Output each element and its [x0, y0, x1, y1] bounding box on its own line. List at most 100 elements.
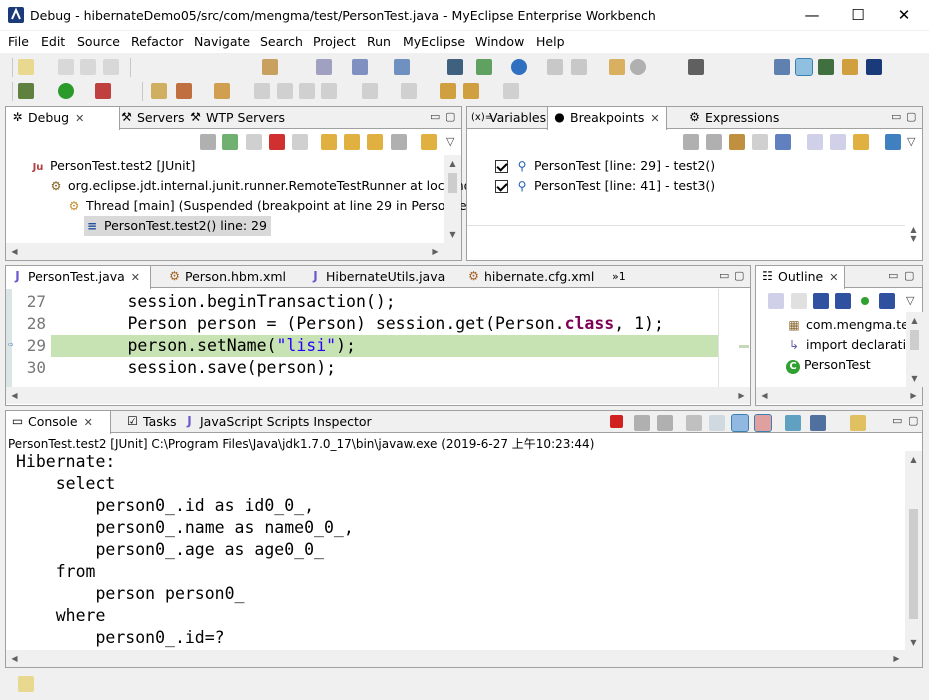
menu-file[interactable]: File	[8, 34, 29, 49]
remove-breakpoint-icon[interactable]	[683, 134, 699, 150]
scroll-down-arrow[interactable]: ▼	[905, 234, 922, 243]
pin-icon[interactable]	[176, 83, 192, 99]
menu-help[interactable]: Help	[536, 34, 565, 49]
minimize-view-icon[interactable]: ▭	[430, 111, 444, 123]
display-console-icon[interactable]	[810, 415, 826, 431]
breakpoint-item[interactable]: ⚲ PersonTest [line: 41] - test3()	[495, 176, 715, 196]
step-return-icon[interactable]	[367, 134, 383, 150]
scroll-left-arrow[interactable]: ◀	[6, 387, 23, 404]
collapse-all-icon[interactable]	[830, 134, 846, 150]
hide-fields-icon[interactable]	[813, 293, 829, 309]
maximize-view-icon[interactable]: ▢	[908, 415, 922, 427]
sort-icon[interactable]	[791, 293, 807, 309]
breakpoint-marker-icon[interactable]: ⇨	[8, 340, 18, 350]
scroll-left-arrow[interactable]: ◀	[6, 243, 23, 260]
tree-item-stack-frame[interactable]: ≡ PersonTest.test2() line: 29	[84, 216, 271, 236]
menu-edit[interactable]: Edit	[41, 34, 65, 49]
close-button[interactable]: ✕	[881, 0, 927, 31]
add-exception-breakpoint-icon[interactable]	[885, 134, 901, 150]
hide-static-icon[interactable]	[835, 293, 851, 309]
code-line-current[interactable]: person.setName("lisi");	[48, 335, 356, 357]
new-package-icon[interactable]	[476, 59, 492, 75]
hide-local-types-icon[interactable]	[879, 293, 895, 309]
pin-console-icon[interactable]	[785, 415, 801, 431]
tab-console[interactable]: ▭ Console ✕	[5, 411, 111, 434]
deploy-icon[interactable]	[352, 59, 368, 75]
outline-vertical-scrollbar[interactable]: ▲ ▼	[906, 312, 923, 387]
scroll-thumb[interactable]	[448, 173, 457, 193]
code-line[interactable]: Person person = (Person) session.get(Per…	[48, 313, 663, 335]
perspective-debug-icon[interactable]	[795, 58, 813, 76]
next-annotation-icon[interactable]	[362, 83, 378, 99]
tab-hibernate-cfg-xml[interactable]: ⚙ hibernate.cfg.xml	[462, 266, 594, 288]
menu-refactor[interactable]: Refactor	[131, 34, 183, 49]
close-tab-icon[interactable]: ✕	[650, 112, 659, 125]
breakpoint-item[interactable]: ⚲ PersonTest [line: 29] - test2()	[495, 156, 715, 176]
scroll-thumb[interactable]	[909, 509, 918, 619]
scroll-left-arrow[interactable]: ◀	[756, 387, 773, 404]
print-icon[interactable]	[103, 59, 119, 75]
scroll-up-arrow[interactable]: ▲	[905, 451, 922, 468]
tab-js-scripts-inspector[interactable]: J JavaScript Scripts Inspector	[178, 411, 371, 433]
view-menu-icon[interactable]: ▽	[907, 136, 921, 148]
code-line[interactable]: session.save(person);	[48, 357, 336, 379]
perspective-java-icon[interactable]	[818, 59, 834, 75]
hide-nonpublic-icon[interactable]	[861, 297, 869, 305]
snapshot-icon[interactable]	[688, 59, 704, 75]
overview-marker[interactable]	[739, 345, 749, 348]
editor-horizontal-scrollbar[interactable]: ◀ ▶	[6, 387, 750, 404]
tab-person-hbm-xml[interactable]: ⚙ Person.hbm.xml	[163, 266, 286, 288]
db-browser-icon[interactable]	[316, 59, 332, 75]
tab-outline[interactable]: ☷ Outline ✕	[755, 266, 845, 289]
remove-launch-icon[interactable]	[634, 415, 650, 431]
open-console-icon[interactable]	[850, 415, 866, 431]
detail-pane-divider[interactable]	[467, 225, 906, 226]
tab-expressions[interactable]: ⚙ Expressions	[683, 107, 779, 129]
menu-navigate[interactable]: Navigate	[194, 34, 250, 49]
outline-item-package[interactable]: ▦ com.mengma.te	[786, 315, 908, 335]
toggle-mark-icon[interactable]	[254, 83, 270, 99]
prev-annotation-icon[interactable]	[401, 83, 417, 99]
perspective-myeclipse-icon[interactable]	[774, 59, 790, 75]
close-tab-icon[interactable]: ✕	[75, 112, 84, 125]
close-tab-icon[interactable]: ✕	[131, 271, 140, 284]
debug-horizontal-scrollbar[interactable]: ◀ ▶	[6, 243, 461, 260]
close-tab-icon[interactable]: ✕	[829, 271, 838, 284]
save-all-icon[interactable]	[80, 59, 96, 75]
show-whitespace-icon[interactable]	[299, 83, 315, 99]
tab-hibernateutils-java[interactable]: J HibernateUtils.java	[304, 266, 445, 288]
breakpoint-checkbox[interactable]	[495, 160, 508, 173]
open-folder-icon[interactable]	[151, 83, 167, 99]
terminate-icon[interactable]	[269, 134, 285, 150]
last-edit-location-icon[interactable]	[440, 83, 456, 99]
step-into-icon[interactable]	[321, 134, 337, 150]
go-to-file-icon[interactable]	[752, 134, 768, 150]
view-menu-icon[interactable]: ▽	[446, 136, 460, 148]
scroll-down-arrow[interactable]: ▼	[905, 634, 922, 651]
step-over-icon[interactable]	[344, 134, 360, 150]
scroll-down-arrow[interactable]: ▼	[444, 226, 461, 243]
scroll-up-arrow[interactable]: ▲	[906, 312, 923, 329]
tab-wtp-servers[interactable]: ⚒ WTP Servers	[184, 107, 285, 129]
scroll-up-arrow[interactable]: ▲	[444, 155, 461, 172]
close-tab-icon[interactable]: ✕	[84, 416, 93, 429]
menu-project[interactable]: Project	[313, 34, 356, 49]
minimize-button[interactable]: —	[789, 0, 835, 31]
console-horizontal-scrollbar[interactable]: ◀ ▶	[6, 650, 922, 667]
minimize-view-icon[interactable]: ▭	[892, 415, 906, 427]
menu-window[interactable]: Window	[475, 34, 524, 49]
maximize-button[interactable]: ☐	[835, 0, 881, 31]
new-java-project-icon[interactable]	[447, 59, 463, 75]
tab-breakpoints[interactable]: ● Breakpoints ✕	[547, 107, 667, 130]
back-arrow-icon[interactable]	[463, 83, 479, 99]
tree-item-thread[interactable]: ⚙ Thread [main] (Suspended (breakpoint at…	[66, 196, 478, 216]
tab-servers[interactable]: ⚒ Servers	[115, 107, 184, 129]
block-selection-icon[interactable]	[321, 83, 337, 99]
new-icon[interactable]	[18, 59, 34, 75]
scroll-right-arrow[interactable]: ▶	[427, 243, 444, 260]
menu-run[interactable]: Run	[367, 34, 391, 49]
minimize-view-icon[interactable]: ▭	[719, 270, 733, 282]
open-task-icon[interactable]	[609, 59, 625, 75]
tab-persontest-java[interactable]: J PersonTest.java ✕	[5, 266, 151, 289]
scroll-right-arrow[interactable]: ▶	[733, 387, 750, 404]
